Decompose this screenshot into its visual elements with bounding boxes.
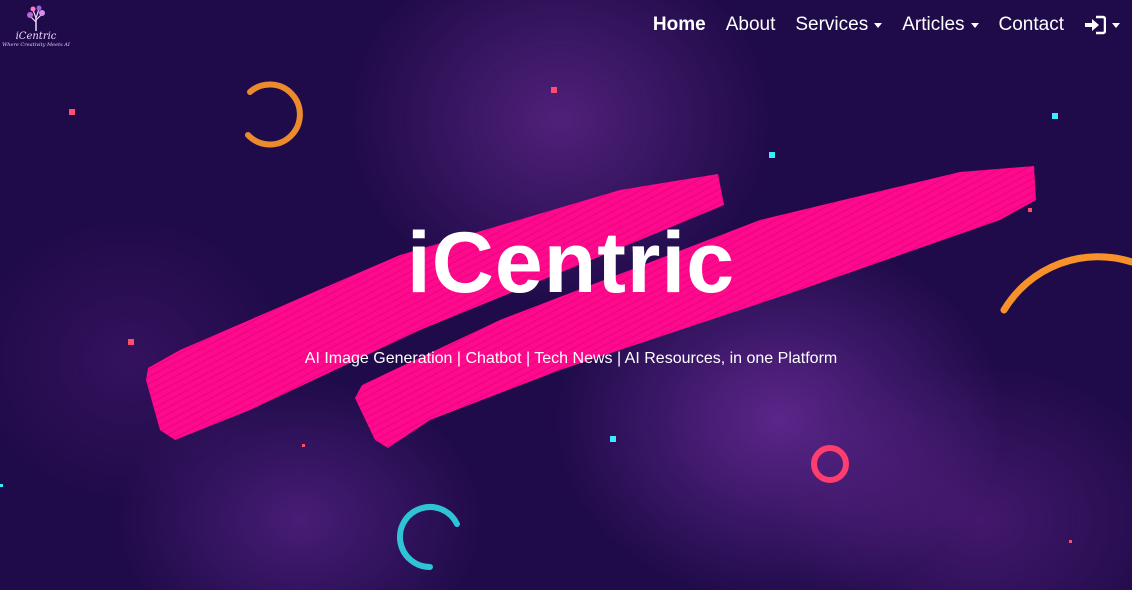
sign-in-icon [1085,15,1106,35]
nav-contact[interactable]: Contact [999,14,1064,36]
caret-down-icon [874,22,883,28]
logo-name: iCentric [15,31,57,42]
main-nav: Home About Services Articles Contact [653,14,1120,36]
nav-about-label: About [725,14,776,35]
nav-articles[interactable]: Articles [902,14,979,36]
nav-home[interactable]: Home [653,14,706,36]
hero-subtitle: AI Image Generation | Chatbot | Tech New… [304,350,838,367]
brand-logo[interactable]: iCentric Where Creativity Meets AI [2,4,70,54]
nav-contact-label: Contact [998,14,1064,35]
nav-home-label: Home [652,14,706,35]
hero-title: iCentric [406,215,736,311]
nav-services-label: Services [795,14,869,35]
nav-articles-label: Articles [902,14,965,35]
nav-services[interactable]: Services [795,14,883,36]
caret-down-icon [1112,22,1120,28]
tree-logo-icon [27,5,45,31]
navbar: iCentric Where Creativity Meets AI Home … [0,0,1132,58]
nav-about[interactable]: About [726,14,776,36]
caret-down-icon [970,22,979,28]
logo-tagline: Where Creativity Meets AI [2,42,70,48]
login-dropdown-button[interactable] [1084,15,1120,35]
